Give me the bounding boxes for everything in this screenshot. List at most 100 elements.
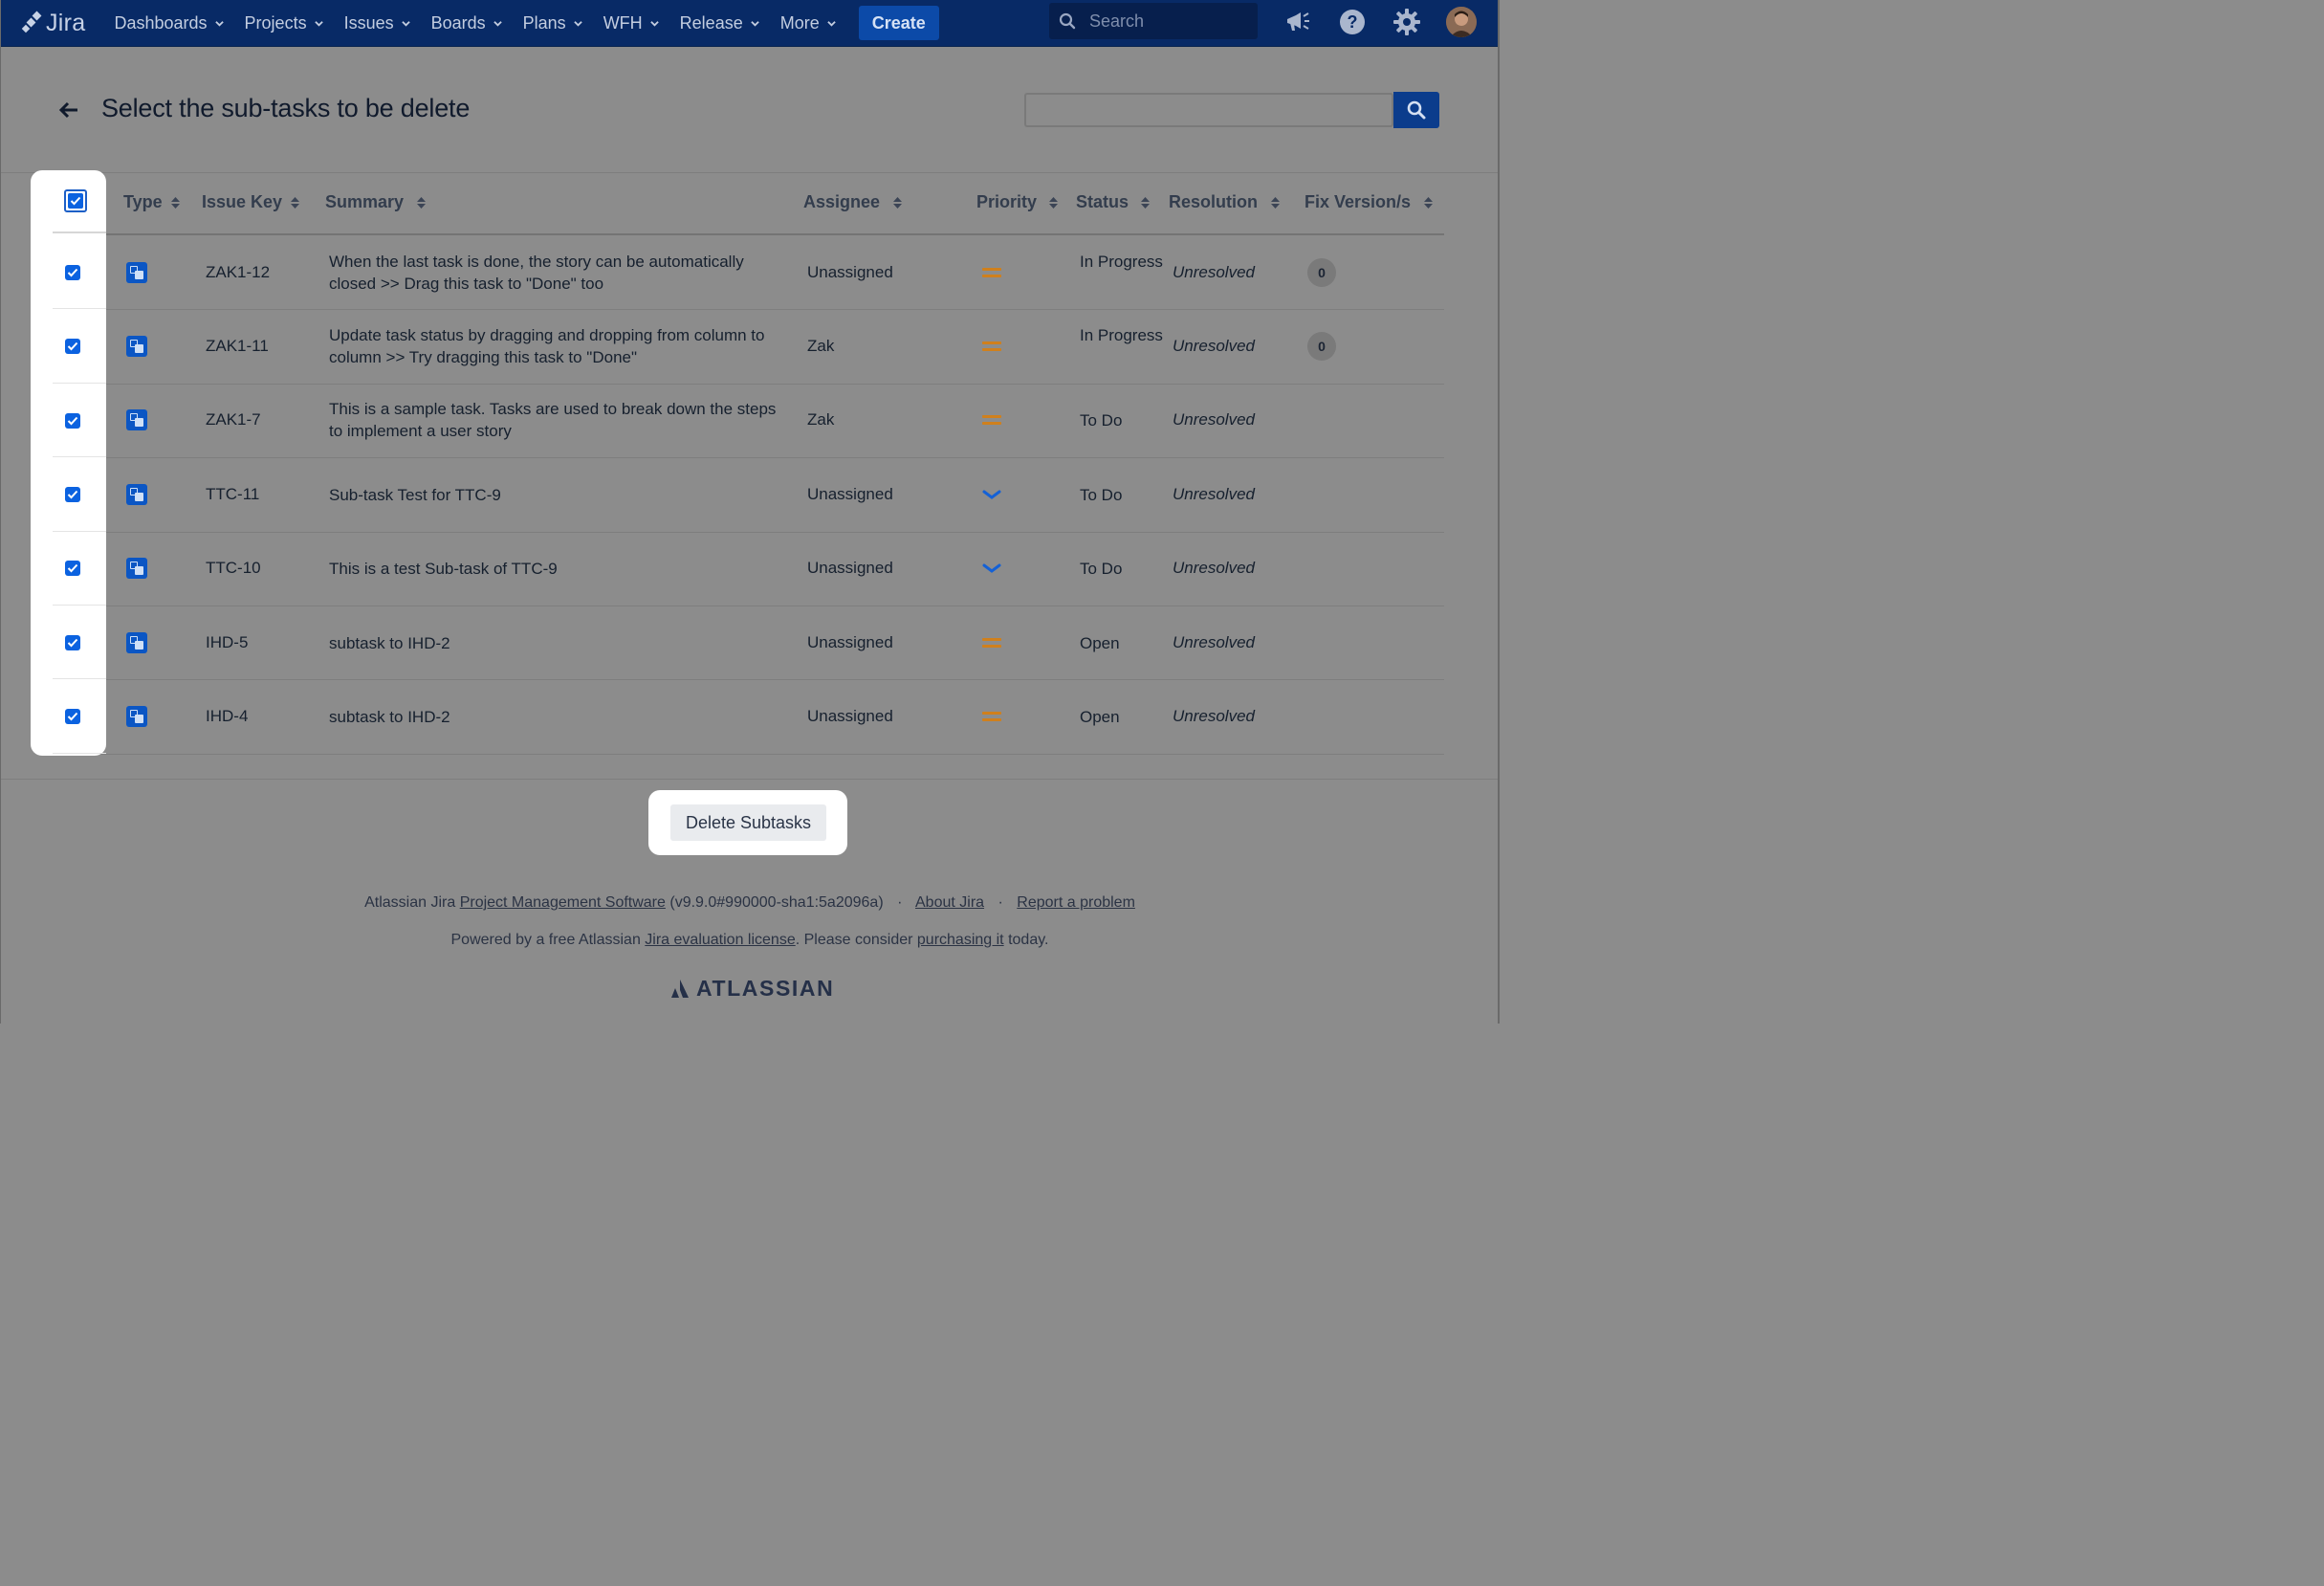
table-row: IHD-5 subtask to IHD-2 Unassigned Open Unres… <box>53 606 1444 681</box>
resolution-value: Unresolved <box>1173 337 1255 356</box>
summary-link[interactable]: subtask to IHD-2 <box>329 632 778 654</box>
issue-key-link[interactable]: IHD-5 <box>206 633 248 652</box>
delete-button-highlight: Delete Subtasks <box>648 790 847 855</box>
jira-logo[interactable]: Jira <box>21 10 85 37</box>
page-title: Select the sub-tasks to be delete <box>101 94 471 122</box>
help-icon[interactable]: ? <box>1339 9 1366 40</box>
subtask-icon <box>126 483 147 505</box>
issue-key-link[interactable]: ZAK1-7 <box>206 410 261 430</box>
column-header-summary[interactable]: Summary <box>325 192 427 212</box>
summary-link[interactable]: This is a test Sub-task of TTC-9 <box>329 558 778 580</box>
chevron-down-icon <box>573 20 582 27</box>
select-all-checkbox[interactable] <box>64 189 87 212</box>
summary-link[interactable]: Sub-task Test for TTC-9 <box>329 484 778 506</box>
nav-item-label: Plans <box>522 12 566 33</box>
subtask-icon <box>126 631 147 653</box>
atlassian-logo[interactable]: ATLASSIAN <box>669 976 834 1002</box>
row-checkbox[interactable] <box>65 709 80 725</box>
column-header-resolution[interactable]: Resolution <box>1169 192 1280 212</box>
sort-icon <box>170 196 180 209</box>
column-header-type[interactable]: Type <box>123 192 180 212</box>
gear-icon[interactable] <box>1392 8 1421 41</box>
column-header-status[interactable]: Status <box>1076 192 1151 212</box>
status-value: In Progress <box>1080 326 1163 345</box>
subtask-icon <box>126 409 147 431</box>
delete-subtasks-button[interactable]: Delete Subtasks <box>670 804 826 841</box>
column-header-fix-versions[interactable]: Fix Version/s <box>1305 192 1434 212</box>
chevron-down-icon <box>826 20 836 27</box>
nav-item-label: More <box>779 12 820 33</box>
status-value: Open <box>1080 708 1120 727</box>
issue-key-link[interactable]: TTC-10 <box>206 559 261 578</box>
column-header-label: Issue Key <box>202 192 283 211</box>
row-checkbox[interactable] <box>65 486 80 502</box>
divider <box>53 530 106 532</box>
checkmark-icon <box>67 564 78 573</box>
megaphone-icon[interactable] <box>1284 10 1311 39</box>
top-navigation: Jira Dashboards Projects Issues Boards Plans… <box>0 0 1500 47</box>
priority-medium-icon <box>982 636 1001 654</box>
app-name: Jira <box>46 9 86 36</box>
nav-item-issues[interactable]: Issues <box>344 13 410 33</box>
filter-input[interactable] <box>1024 93 1393 127</box>
summary-link[interactable]: Update task status by dragging and dropp… <box>329 324 778 368</box>
row-checkbox[interactable] <box>65 264 80 280</box>
assignee-value: Unassigned <box>807 559 893 578</box>
resolution-value: Unresolved <box>1173 559 1255 578</box>
priority-medium-icon <box>982 340 1001 358</box>
column-header-assignee[interactable]: Assignee <box>803 192 903 212</box>
column-header-priority[interactable]: Priority <box>976 192 1059 212</box>
avatar[interactable] <box>1446 7 1477 37</box>
nav-item-more[interactable]: More <box>780 13 836 33</box>
footer-link-pms[interactable]: Project Management Software <box>460 894 666 911</box>
sort-icon <box>893 196 903 209</box>
footer-license-line: Powered by a free Atlassian Jira evaluat… <box>0 932 1500 949</box>
nav-item-label: Projects <box>244 12 307 33</box>
summary-link[interactable]: When the last task is done, the story ca… <box>329 251 778 295</box>
search-input[interactable] <box>1087 10 1244 33</box>
row-checkbox[interactable] <box>65 339 80 355</box>
issue-key-link[interactable]: TTC-11 <box>206 485 259 504</box>
issue-key-link[interactable]: ZAK1-12 <box>206 263 270 282</box>
footer-link-about[interactable]: About Jira <box>915 894 984 911</box>
arrow-left-icon[interactable] <box>57 100 80 124</box>
nav-item-projects[interactable]: Projects <box>245 13 323 33</box>
global-search[interactable] <box>1049 3 1258 39</box>
issue-key-link[interactable]: ZAK1-11 <box>206 337 269 356</box>
divider <box>53 678 106 680</box>
nav-item-plans[interactable]: Plans <box>523 13 582 33</box>
sort-icon <box>1424 196 1434 209</box>
fix-version-badge: 0 <box>1307 257 1336 287</box>
footer-link-purchase[interactable]: purchasing it <box>917 932 1004 948</box>
checkmark-icon <box>67 712 78 721</box>
page-header: Select the sub-tasks to be delete <box>0 48 1500 172</box>
nav-item-wfh[interactable]: WFH <box>603 13 659 33</box>
nav-item-dashboards[interactable]: Dashboards <box>114 13 224 33</box>
subtask-icon <box>126 336 147 358</box>
checkmark-icon <box>67 341 78 351</box>
footer-link-license[interactable]: Jira evaluation license <box>645 932 795 948</box>
divider <box>0 779 1500 780</box>
table-row: TTC-11 Sub-task Test for TTC-9 Unassigned T… <box>53 457 1444 533</box>
frame-edge <box>0 0 1 1024</box>
checkmark-icon <box>67 268 78 277</box>
atlassian-wordmark: ATLASSIAN <box>696 976 835 1001</box>
summary-link[interactable]: subtask to IHD-2 <box>329 706 778 728</box>
checkmark-icon <box>67 490 78 499</box>
assignee-value: Unassigned <box>807 484 893 503</box>
create-button[interactable]: Create <box>858 6 939 40</box>
issue-key-link[interactable]: IHD-4 <box>206 707 248 726</box>
checkmark-icon <box>68 193 83 209</box>
row-checkbox[interactable] <box>65 412 80 429</box>
footer-text: . Please consider <box>795 932 913 948</box>
row-checkbox[interactable] <box>65 561 80 577</box>
table-row: ZAK1-7 This is a sample task. Tasks are u… <box>53 384 1444 459</box>
nav-item-release[interactable]: Release <box>680 13 759 33</box>
footer-link-report[interactable]: Report a problem <box>1017 894 1135 911</box>
nav-item-boards[interactable]: Boards <box>431 13 502 33</box>
status-value: To Do <box>1080 485 1123 504</box>
summary-link[interactable]: This is a sample task. Tasks are used to… <box>329 398 778 442</box>
row-checkbox[interactable] <box>65 634 80 650</box>
filter-search-button[interactable] <box>1393 92 1439 128</box>
column-header-issue-key[interactable]: Issue Key <box>202 192 300 212</box>
